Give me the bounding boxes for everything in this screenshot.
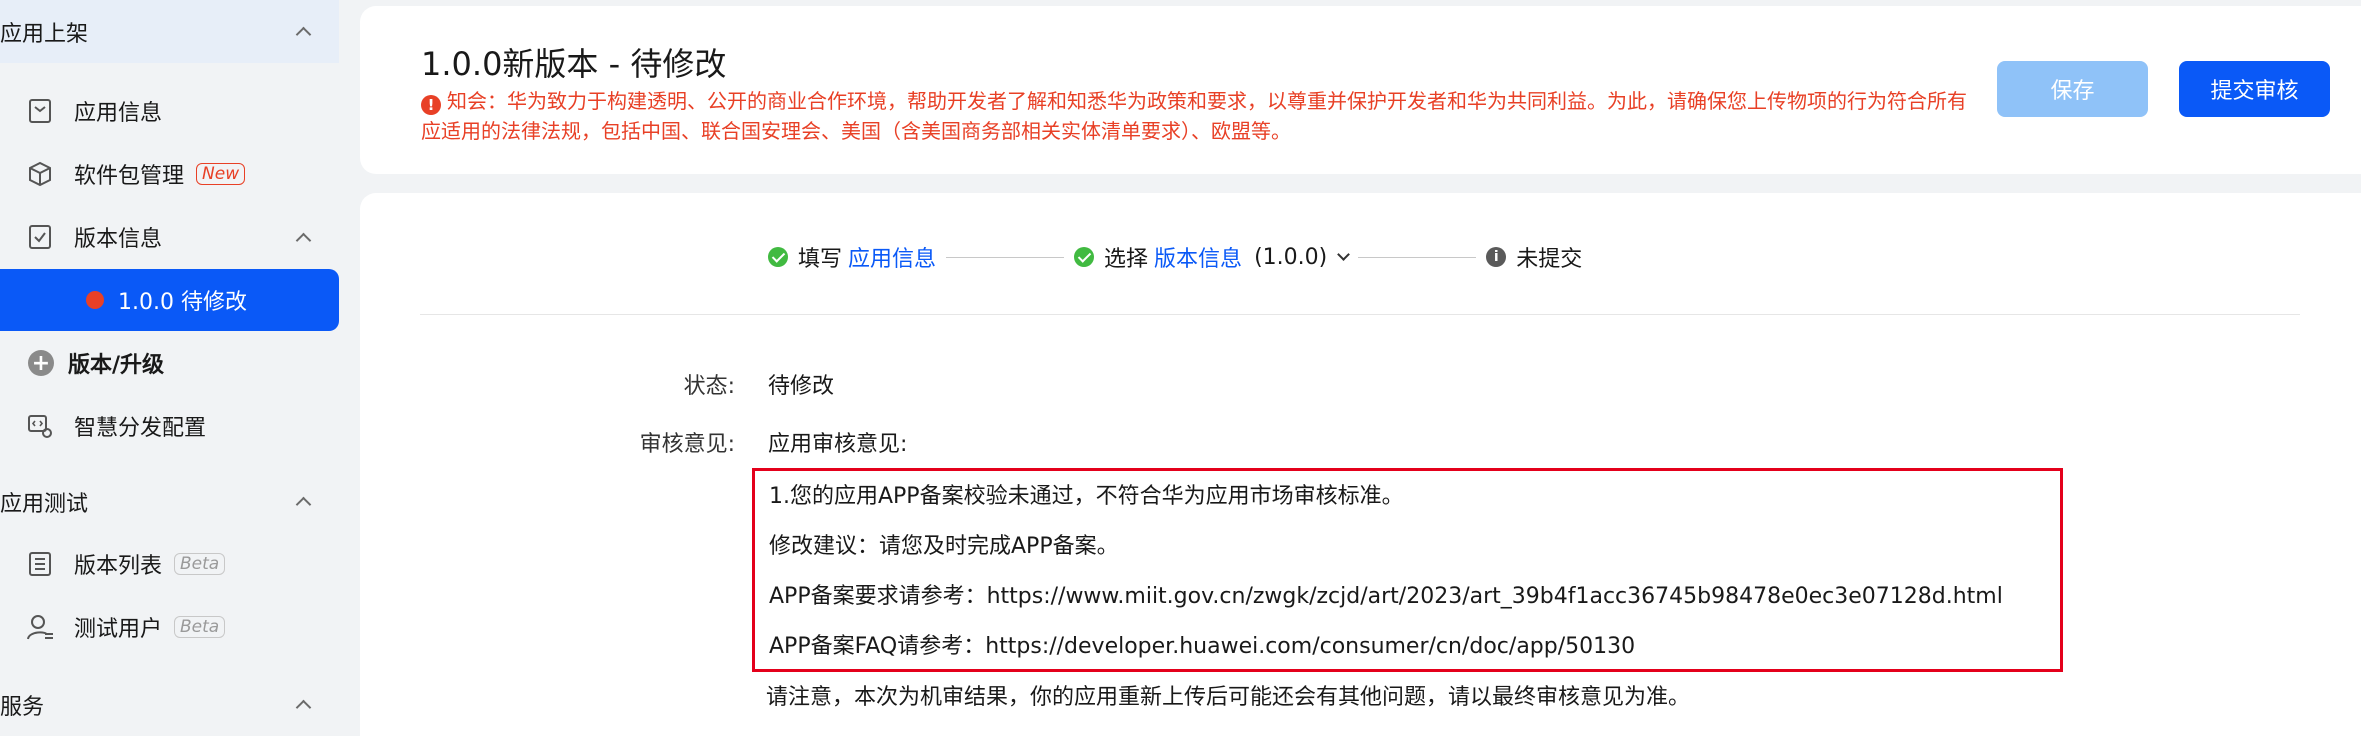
group-services[interactable]: 服务 (0, 673, 339, 736)
sidebar-item-version-upgrade[interactable]: + 版本/升级 (0, 332, 339, 394)
sidebar-item-label: 软件包管理 (74, 164, 185, 189)
beta-badge: Beta (174, 553, 226, 575)
step-1-link[interactable]: 应用信息 (848, 241, 936, 273)
status-label: 状态: (683, 374, 735, 399)
chevron-up-icon (295, 26, 312, 43)
page-title: 1.0.0新版本 - 待修改 (421, 45, 727, 83)
submit-review-button[interactable]: 提交审核 (2179, 61, 2330, 117)
group-app-testing[interactable]: 应用测试 (0, 470, 339, 533)
sidebar-item-smart-distribution[interactable]: 智慧分发配置 (0, 395, 339, 457)
step-3-label: 未提交 (1516, 247, 1583, 272)
page-header: 1.0.0新版本 - 待修改 ! 知会：华为致力于构建透明、公开的商业合作环境，帮… (360, 6, 2361, 174)
save-button[interactable]: 保存 (1997, 61, 2148, 117)
info-icon: i (1486, 247, 1507, 267)
sidebar-item-version-info[interactable]: 版本信息 (0, 206, 339, 268)
sidebar-item-version-list[interactable]: 版本列表 Beta (0, 533, 339, 595)
list-icon (24, 548, 56, 580)
group-label: 应用上架 (0, 21, 89, 47)
divider (420, 314, 2300, 315)
sidebar-item-label: 版本/升级 (68, 353, 165, 378)
progress-steps: 填写 应用信息 选择 版本信息 (1.0.0) i 未提交 (768, 241, 1582, 273)
review-line: 修改建议：请您及时完成APP备案。 (769, 534, 1119, 559)
review-footnote: 请注意，本次为机审结果，你的应用重新上传后可能还会有其他问题，请以最终审核意见为… (766, 685, 1691, 710)
version-info-wrap: 版本信息 (24, 221, 162, 253)
step-1-prefix: 填写 (798, 247, 843, 272)
new-badge: New (196, 163, 246, 185)
review-line: APP备案FAQ请参考：https://developer.huawei.com… (769, 634, 1636, 659)
step-2-version[interactable]: (1.0.0) (1254, 245, 1327, 270)
warning-icon: ! (421, 95, 441, 115)
review-line: APP备案要求请参考：https://www.miit.gov.cn/zwgk/… (769, 584, 2003, 609)
compliance-notice: ! 知会：华为致力于构建透明、公开的商业合作环境，帮助开发者了解和知悉华为政策和要… (421, 86, 1981, 146)
check-circle-icon (768, 247, 788, 267)
check-circle-icon (1074, 247, 1095, 267)
sidebar-item-package-mgmt[interactable]: 软件包管理 New (0, 143, 339, 205)
sidebar-item-label: 智慧分发配置 (74, 416, 207, 441)
sidebar-item-label: 1.0.0 待修改 (118, 290, 247, 315)
review-heading: 应用审核意见: (768, 432, 908, 457)
sidebar: 应用上架 应用信息 软件包管理 New 版本信息 1.0.0 待修改 + 版本/… (0, 0, 340, 736)
chevron-down-icon[interactable] (1337, 247, 1351, 261)
group-label: 服务 (0, 694, 45, 720)
sidebar-item-test-users[interactable]: 测试用户 Beta (0, 596, 339, 658)
group-label: 应用测试 (0, 491, 89, 517)
step-connector (946, 256, 1065, 258)
review-label: 审核意见: (639, 432, 735, 457)
beta-badge: Beta (174, 616, 226, 638)
notice-text: 知会：华为致力于构建透明、公开的商业合作环境，帮助开发者了解和知悉华为政策和要求… (421, 89, 1967, 143)
user-icon (24, 611, 56, 643)
version-icon (24, 221, 56, 253)
step-2-link[interactable]: 版本信息 (1154, 241, 1242, 273)
sidebar-item-label: 版本信息 (74, 227, 163, 252)
sidebar-item-label: 版本列表 (74, 554, 163, 579)
group-app-publish[interactable]: 应用上架 (0, 0, 339, 63)
chevron-up-icon (295, 496, 312, 513)
step-2-prefix: 选择 (1104, 247, 1149, 272)
chevron-up-icon (295, 232, 312, 248)
sidebar-item-active-version[interactable]: 1.0.0 待修改 (0, 269, 339, 331)
distribution-icon (24, 410, 56, 442)
sidebar-item-label: 应用信息 (74, 101, 163, 126)
sidebar-item-app-info[interactable]: 应用信息 (0, 80, 339, 142)
package-icon (24, 158, 56, 190)
review-comments-box: 1.您的应用APP备案校验未通过，不符合华为应用市场审核标准。 修改建议：请您及… (752, 468, 2063, 672)
sidebar-item-label: 测试用户 (74, 617, 163, 642)
review-line: 1.您的应用APP备案校验未通过，不符合华为应用市场审核标准。 (769, 484, 1404, 509)
app-info-icon (24, 95, 56, 127)
chevron-up-icon (295, 699, 312, 716)
step-connector (1358, 256, 1477, 258)
status-dot-icon (86, 291, 104, 309)
plus-circle-icon: + (28, 350, 54, 376)
status-value: 待修改 (768, 374, 835, 399)
main-content: 填写 应用信息 选择 版本信息 (1.0.0) i 未提交 状态: 待修改 审核… (360, 193, 2361, 736)
